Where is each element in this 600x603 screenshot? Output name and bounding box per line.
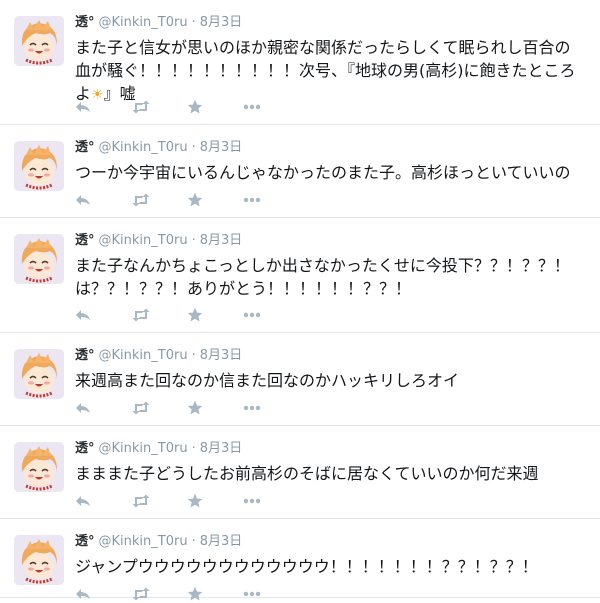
avatar[interactable] [14, 535, 64, 585]
tweet-date[interactable]: 8月3日 [200, 441, 243, 456]
user-handle[interactable]: @Kinkin_T0ru [99, 140, 188, 155]
retweet-icon[interactable] [131, 191, 187, 209]
retweet-icon[interactable] [131, 492, 187, 510]
tweet-text-line: ジャンプウウウウウウウウウウウウ！！！！！！！？？！？？！ [75, 557, 538, 576]
avatar[interactable] [14, 141, 64, 191]
tweet-header: 透° @Kinkin_T0ru · 8月3日 [75, 440, 592, 458]
tweet[interactable]: 透° @Kinkin_T0ru · 8月3日 来週高また回なのか信また回なのかハッキリ… [0, 333, 600, 426]
tweet-text-line: つーか今宇宙にいるんじゃなかったのまた子。高杉ほっといていいの [75, 163, 571, 182]
star-icon[interactable] [187, 306, 243, 324]
reply-icon[interactable] [75, 191, 131, 209]
tweet-actions [75, 98, 299, 116]
tweet-text: つーか今宇宙にいるんじゃなかったのまた子。高杉ほっといていいの [75, 161, 592, 184]
user-name[interactable]: 透° [75, 534, 95, 549]
tweet-header: 透° @Kinkin_T0ru · 8月3日 [75, 347, 592, 365]
star-icon[interactable] [187, 399, 243, 417]
tweet-date[interactable]: 8月3日 [200, 140, 243, 155]
tweet-text-line: また子なんかちょこっとしか出さなかったくせに今投下？？！？？！ [75, 256, 570, 275]
user-name[interactable]: 透° [75, 441, 95, 456]
tweet[interactable]: 透° @Kinkin_T0ru · 8月3日 まままた子どうしたお前高杉のそばに居なく… [0, 426, 600, 519]
retweet-icon[interactable] [131, 306, 187, 324]
avatar[interactable] [14, 16, 64, 66]
more-icon[interactable] [243, 306, 299, 324]
more-icon[interactable] [243, 399, 299, 417]
user-name[interactable]: 透° [75, 233, 95, 248]
avatar[interactable] [14, 349, 64, 399]
retweet-icon[interactable] [131, 399, 187, 417]
user-name[interactable]: 透° [75, 348, 95, 363]
tweet-text: また子と信女が思いのほか親密な関係だったらしくて眠られし百合の 血が騒ぐ！！！！！… [75, 36, 592, 107]
tweet-date[interactable]: 8月3日 [200, 233, 243, 248]
reply-icon[interactable] [75, 492, 131, 510]
tweet-actions [75, 399, 299, 417]
tweet-timeline: 透° @Kinkin_T0ru · 8月3日 また子と信女が思いのほか親密な関係だった… [0, 0, 600, 601]
tweet-text: ジャンプウウウウウウウウウウウウ！！！！！！！？？！？？！ [75, 555, 592, 578]
tweet-date[interactable]: 8月3日 [200, 15, 243, 30]
tweet-text-line: 来週高また回なのか信また回なのかハッキリしろオイ [75, 371, 460, 390]
avatar[interactable] [14, 442, 64, 492]
user-handle[interactable]: @Kinkin_T0ru [99, 348, 188, 363]
tweet-date[interactable]: 8月3日 [200, 534, 243, 549]
avatar[interactable] [14, 234, 64, 284]
separator: · [191, 441, 196, 456]
separator: · [191, 15, 196, 30]
tweet-actions [75, 585, 299, 603]
star-icon[interactable] [187, 98, 243, 116]
more-icon[interactable] [243, 98, 299, 116]
tweet[interactable]: 透° @Kinkin_T0ru · 8月3日 また子なんかちょこっとしか出さなかったく… [0, 218, 600, 333]
tweet-header: 透° @Kinkin_T0ru · 8月3日 [75, 14, 592, 32]
reply-icon[interactable] [75, 306, 131, 324]
separator: · [191, 140, 196, 155]
user-handle[interactable]: @Kinkin_T0ru [99, 441, 188, 456]
tweet-actions [75, 306, 299, 324]
tweet-header: 透° @Kinkin_T0ru · 8月3日 [75, 232, 592, 250]
user-handle[interactable]: @Kinkin_T0ru [99, 534, 188, 549]
star-icon[interactable] [187, 191, 243, 209]
tweet-text: 来週高また回なのか信また回なのかハッキリしろオイ [75, 369, 592, 392]
retweet-icon[interactable] [131, 98, 187, 116]
separator: · [191, 534, 196, 549]
user-handle[interactable]: @Kinkin_T0ru [99, 15, 188, 30]
tweet-actions [75, 191, 299, 209]
separator: · [191, 348, 196, 363]
more-icon[interactable] [243, 191, 299, 209]
tweet[interactable]: 透° @Kinkin_T0ru · 8月3日 また子と信女が思いのほか親密な関係だった… [0, 0, 600, 125]
star-icon[interactable] [187, 585, 243, 603]
tweet-text-line: は？？！？？！ありがとう！！！！！！？？！ [75, 279, 412, 298]
user-name[interactable]: 透° [75, 15, 95, 30]
tweet-text-line: まままた子どうしたお前高杉のそばに居なくていいのか何だ来週 [75, 464, 539, 483]
reply-icon[interactable] [75, 399, 131, 417]
separator: · [191, 233, 196, 248]
user-name[interactable]: 透° [75, 140, 95, 155]
tweet-actions [75, 492, 299, 510]
tweet-header: 透° @Kinkin_T0ru · 8月3日 [75, 139, 592, 157]
tweet-header: 透° @Kinkin_T0ru · 8月3日 [75, 533, 592, 551]
more-icon[interactable] [243, 492, 299, 510]
reply-icon[interactable] [75, 98, 131, 116]
more-icon[interactable] [243, 585, 299, 603]
tweet-text-line: 血が騒ぐ！！！！！！！！！！次号、『地球の男(高杉)に飽きたところ [75, 61, 576, 80]
user-handle[interactable]: @Kinkin_T0ru [99, 233, 188, 248]
retweet-icon[interactable] [131, 585, 187, 603]
reply-icon[interactable] [75, 585, 131, 603]
tweet[interactable]: 透° @Kinkin_T0ru · 8月3日 つーか今宇宙にいるんじゃなかったのまた子… [0, 125, 600, 218]
tweet-text-line: また子と信女が思いのほか親密な関係だったらしくて眠られし百合の [75, 38, 571, 57]
star-icon[interactable] [187, 492, 243, 510]
tweet-date[interactable]: 8月3日 [200, 348, 243, 363]
tweet[interactable]: 透° @Kinkin_T0ru · 8月3日 ジャンプウウウウウウウウウウウウ！！！！… [0, 519, 600, 601]
tweet-text: まままた子どうしたお前高杉のそばに居なくていいのか何だ来週 [75, 462, 592, 485]
tweet-text: また子なんかちょこっとしか出さなかったくせに今投下？？！？？！ は？？！？？！あり… [75, 254, 592, 300]
